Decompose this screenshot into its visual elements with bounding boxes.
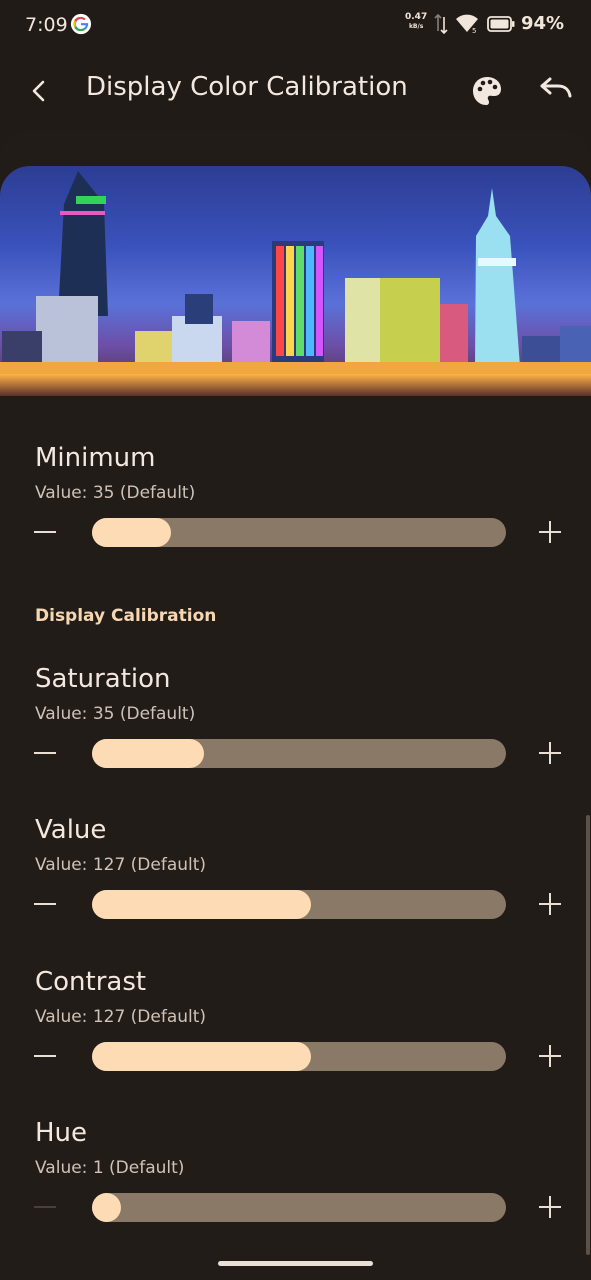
google-icon [70, 13, 92, 35]
scrollbar[interactable] [586, 815, 590, 1255]
setting-value-text: Value: 127 (Default) [35, 855, 207, 875]
net-speed-value: 0.47 [405, 12, 428, 22]
home-indicator[interactable] [218, 1261, 373, 1266]
setting-value-text: Value: 35 (Default) [35, 704, 196, 724]
status-time: 7:09 [25, 14, 68, 36]
undo-icon[interactable] [538, 74, 574, 108]
app-bar: Display Color Calibration [0, 52, 591, 124]
plus-icon[interactable] [539, 1045, 561, 1067]
battery-percent: 94% [521, 13, 565, 34]
palette-icon[interactable] [470, 74, 504, 108]
minus-icon[interactable] [34, 521, 56, 543]
setting-value-text: Value: 1 (Default) [35, 1158, 185, 1178]
slider-fill [92, 739, 204, 768]
page-title: Display Color Calibration [86, 72, 408, 102]
saturation-slider[interactable] [92, 739, 506, 768]
setting-title: Contrast [35, 967, 147, 997]
minus-icon[interactable] [34, 893, 56, 915]
setting-title: Minimum [35, 443, 156, 473]
minus-icon[interactable] [34, 1196, 56, 1218]
setting-title: Value [35, 815, 107, 845]
minimum-slider[interactable] [92, 518, 506, 547]
slider-fill [92, 1042, 312, 1071]
setting-value-text: Value: 35 (Default) [35, 483, 196, 503]
battery-icon [487, 16, 515, 32]
value-slider[interactable] [92, 890, 506, 919]
setting-value-text: Value: 127 (Default) [35, 1007, 207, 1027]
plus-icon[interactable] [539, 1196, 561, 1218]
data-transfer-icon [434, 13, 448, 35]
contrast-slider[interactable] [92, 1042, 506, 1071]
slider-fill [92, 518, 171, 547]
setting-title: Hue [35, 1118, 88, 1148]
wifi-icon: 5 [456, 14, 478, 34]
net-speed: 0.47 kB/s [405, 13, 427, 31]
section-header: Display Calibration [35, 606, 217, 626]
setting-title: Saturation [35, 664, 171, 694]
plus-icon[interactable] [539, 742, 561, 764]
plus-icon[interactable] [539, 521, 561, 543]
city-skyline-graphic [0, 171, 591, 396]
net-speed-unit: kB/s [408, 23, 424, 30]
hue-slider[interactable] [92, 1193, 506, 1222]
slider-fill [92, 890, 312, 919]
status-bar: 7:09 0.47 kB/s 5 94% [0, 0, 591, 52]
preview-image [0, 166, 591, 396]
back-arrow-icon[interactable] [24, 76, 54, 106]
svg-text:5: 5 [472, 27, 476, 34]
minus-icon[interactable] [34, 742, 56, 764]
plus-icon[interactable] [539, 893, 561, 915]
minus-icon[interactable] [34, 1045, 56, 1067]
slider-fill [92, 1193, 121, 1222]
